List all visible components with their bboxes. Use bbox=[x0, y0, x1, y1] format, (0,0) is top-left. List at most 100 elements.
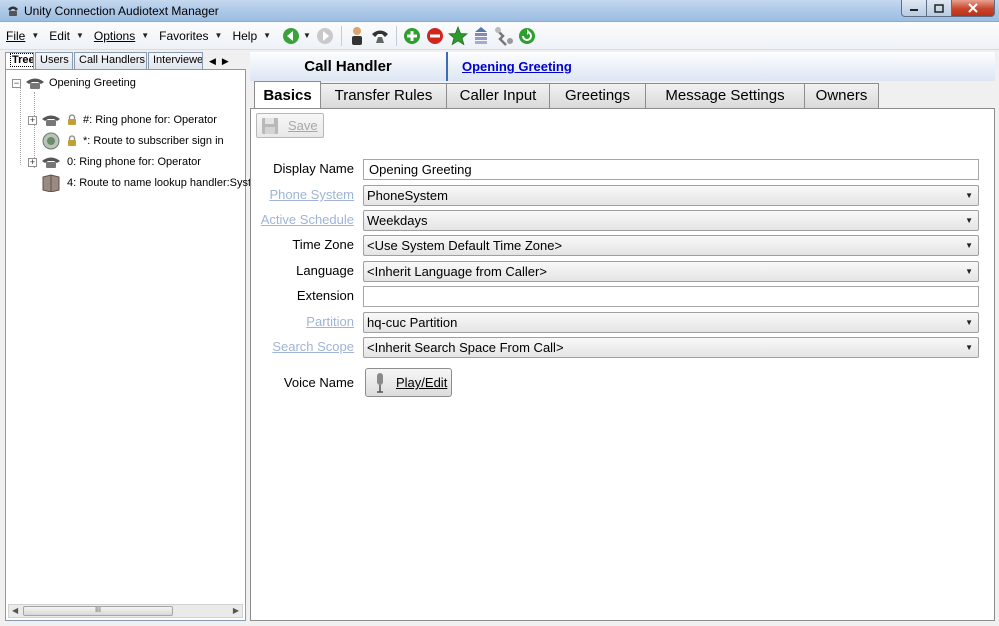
subscriber-icon bbox=[351, 26, 362, 45]
dropdown-arrow-icon: ▼ bbox=[263, 31, 272, 40]
back-history-arrow-icon[interactable]: ▼ bbox=[303, 31, 311, 40]
tree-node[interactable]: *: Route to subscriber sign in bbox=[41, 132, 224, 150]
app-phone-icon bbox=[8, 6, 18, 16]
tree-node-root[interactable]: − Opening Greeting bbox=[12, 74, 136, 92]
tab-message-settings[interactable]: Message Settings bbox=[645, 83, 805, 108]
partition-link[interactable]: Partition bbox=[251, 314, 354, 329]
stack-icon bbox=[474, 26, 487, 44]
language-label: Language bbox=[296, 263, 354, 278]
tree-node[interactable]: + #: Ring phone for: Operator bbox=[28, 111, 217, 129]
display-name-input[interactable]: Opening Greeting bbox=[363, 159, 979, 180]
tab-scroll-left-icon[interactable]: ◀ bbox=[209, 56, 216, 67]
save-button[interactable]: Save bbox=[256, 113, 324, 138]
dropdown-arrow-icon: ▼ bbox=[75, 31, 84, 40]
connect-icon bbox=[494, 26, 513, 46]
tree-node-label: Opening Greeting bbox=[49, 77, 136, 89]
add-button[interactable] bbox=[402, 26, 422, 46]
tab-interviewers[interactable]: Interviewe bbox=[148, 52, 203, 69]
detail-tab-strip: Basics Transfer Rules Caller Input Greet… bbox=[254, 81, 879, 108]
extension-input[interactable] bbox=[363, 286, 979, 307]
partition-select[interactable]: hq-cuc Partition ▼ bbox=[363, 312, 979, 333]
menu-favorites[interactable]: Favorites ▼ bbox=[159, 29, 222, 43]
handset-button[interactable] bbox=[370, 26, 390, 46]
menu-options[interactable]: Options ▼ bbox=[94, 29, 149, 43]
language-select[interactable]: <Inherit Language from Caller> ▼ bbox=[363, 261, 979, 282]
phone-system-link[interactable]: Phone System bbox=[251, 187, 354, 202]
navigation-panel: Tree Users Call Handlers Interviewe ◀ ▶ … bbox=[5, 52, 257, 621]
play-edit-button[interactable]: Play/Edit bbox=[365, 368, 452, 397]
dropdown-arrow-icon: ▼ bbox=[965, 216, 973, 225]
lock-icon bbox=[68, 114, 76, 125]
handset-icon bbox=[371, 30, 388, 43]
refresh-button[interactable] bbox=[517, 26, 537, 46]
voice-name-label: Voice Name bbox=[283, 375, 354, 390]
forward-button[interactable] bbox=[315, 26, 335, 46]
maximize-button[interactable] bbox=[927, 0, 952, 17]
save-disk-icon bbox=[262, 117, 278, 134]
tab-scroll-right-icon[interactable]: ▶ bbox=[222, 56, 229, 67]
call-handler-tree: − Opening Greeting + #: Ring phone for: … bbox=[5, 69, 257, 621]
phone-handler-icon bbox=[26, 78, 44, 89]
toolbar-separator bbox=[395, 25, 397, 46]
menu-help[interactable]: Help ▼ bbox=[232, 29, 271, 43]
collapse-icon[interactable]: − bbox=[12, 78, 21, 88]
maximize-icon bbox=[934, 3, 944, 13]
time-zone-select[interactable]: <Use System Default Time Zone> ▼ bbox=[363, 235, 979, 256]
delete-button[interactable] bbox=[425, 26, 445, 46]
connect-button[interactable] bbox=[494, 26, 514, 46]
menu-edit[interactable]: Edit ▼ bbox=[49, 29, 84, 43]
tree-node-label: 4: Route to name lookup handler:Syste bbox=[67, 177, 258, 189]
tree-node[interactable]: + 0: Ring phone for: Operator bbox=[28, 153, 201, 171]
subscriber-button[interactable] bbox=[347, 26, 367, 46]
active-schedule-select[interactable]: Weekdays ▼ bbox=[363, 210, 979, 231]
phone-system-value: PhoneSystem bbox=[367, 188, 448, 203]
tree-horizontal-scrollbar[interactable]: ◀ III ▶ bbox=[8, 604, 243, 618]
scroll-right-icon[interactable]: ▶ bbox=[233, 605, 239, 617]
display-name-label: Display Name bbox=[273, 161, 354, 176]
search-scope-select[interactable]: <Inherit Search Space From Call> ▼ bbox=[363, 337, 979, 358]
extension-label: Extension bbox=[296, 288, 354, 303]
phone-handler-icon bbox=[42, 157, 60, 168]
menu-help-label: Help bbox=[232, 28, 258, 43]
tab-basics[interactable]: Basics bbox=[254, 81, 321, 108]
scrollbar-thumb[interactable]: III bbox=[23, 606, 173, 616]
stack-button[interactable] bbox=[471, 26, 491, 46]
tab-call-handlers[interactable]: Call Handlers bbox=[74, 52, 147, 69]
expand-icon[interactable]: + bbox=[28, 157, 37, 167]
dropdown-arrow-icon: ▼ bbox=[965, 343, 973, 352]
title-bar: Unity Connection Audiotext Manager bbox=[0, 0, 999, 22]
tab-call-handlers-label: Call Handlers bbox=[79, 54, 146, 66]
dropdown-arrow-icon: ▼ bbox=[965, 267, 973, 276]
close-button[interactable] bbox=[952, 0, 995, 17]
favorite-button[interactable] bbox=[447, 25, 468, 46]
directory-book-icon bbox=[42, 174, 60, 192]
minimize-button[interactable] bbox=[901, 0, 927, 17]
back-button[interactable] bbox=[281, 26, 301, 46]
toolbar-separator bbox=[340, 25, 342, 46]
tab-tree-label: Tree bbox=[10, 53, 33, 67]
add-icon bbox=[403, 27, 420, 44]
menu-favorites-label: Favorites bbox=[159, 28, 209, 43]
tree-node[interactable]: 4: Route to name lookup handler:Syste bbox=[41, 174, 257, 192]
minimize-icon bbox=[910, 9, 918, 11]
tab-owners[interactable]: Owners bbox=[804, 83, 879, 108]
expand-icon[interactable]: + bbox=[28, 115, 37, 125]
search-scope-value: <Inherit Search Space From Call> bbox=[367, 340, 564, 355]
dropdown-arrow-icon: ▼ bbox=[965, 191, 973, 200]
active-schedule-link[interactable]: Active Schedule bbox=[251, 212, 354, 227]
play-edit-label: Play/Edit bbox=[396, 375, 448, 390]
menu-file[interactable]: File ▼ bbox=[6, 29, 39, 43]
tab-greetings[interactable]: Greetings bbox=[549, 83, 646, 108]
microphone-icon bbox=[377, 372, 383, 393]
tab-users[interactable]: Users bbox=[35, 52, 73, 69]
tab-caller-input[interactable]: Caller Input bbox=[446, 83, 550, 108]
lock-icon bbox=[68, 135, 76, 146]
phone-system-select[interactable]: PhoneSystem ▼ bbox=[363, 185, 979, 206]
search-scope-link[interactable]: Search Scope bbox=[251, 339, 354, 354]
scroll-left-icon[interactable]: ◀ bbox=[12, 605, 18, 617]
object-name-link[interactable]: Opening Greeting bbox=[462, 59, 572, 74]
back-icon bbox=[283, 27, 300, 44]
tab-tree[interactable]: Tree bbox=[5, 52, 34, 70]
tab-transfer-rules[interactable]: Transfer Rules bbox=[320, 83, 447, 108]
detail-panel: Call Handler Opening Greeting Basics Tra… bbox=[250, 52, 995, 621]
